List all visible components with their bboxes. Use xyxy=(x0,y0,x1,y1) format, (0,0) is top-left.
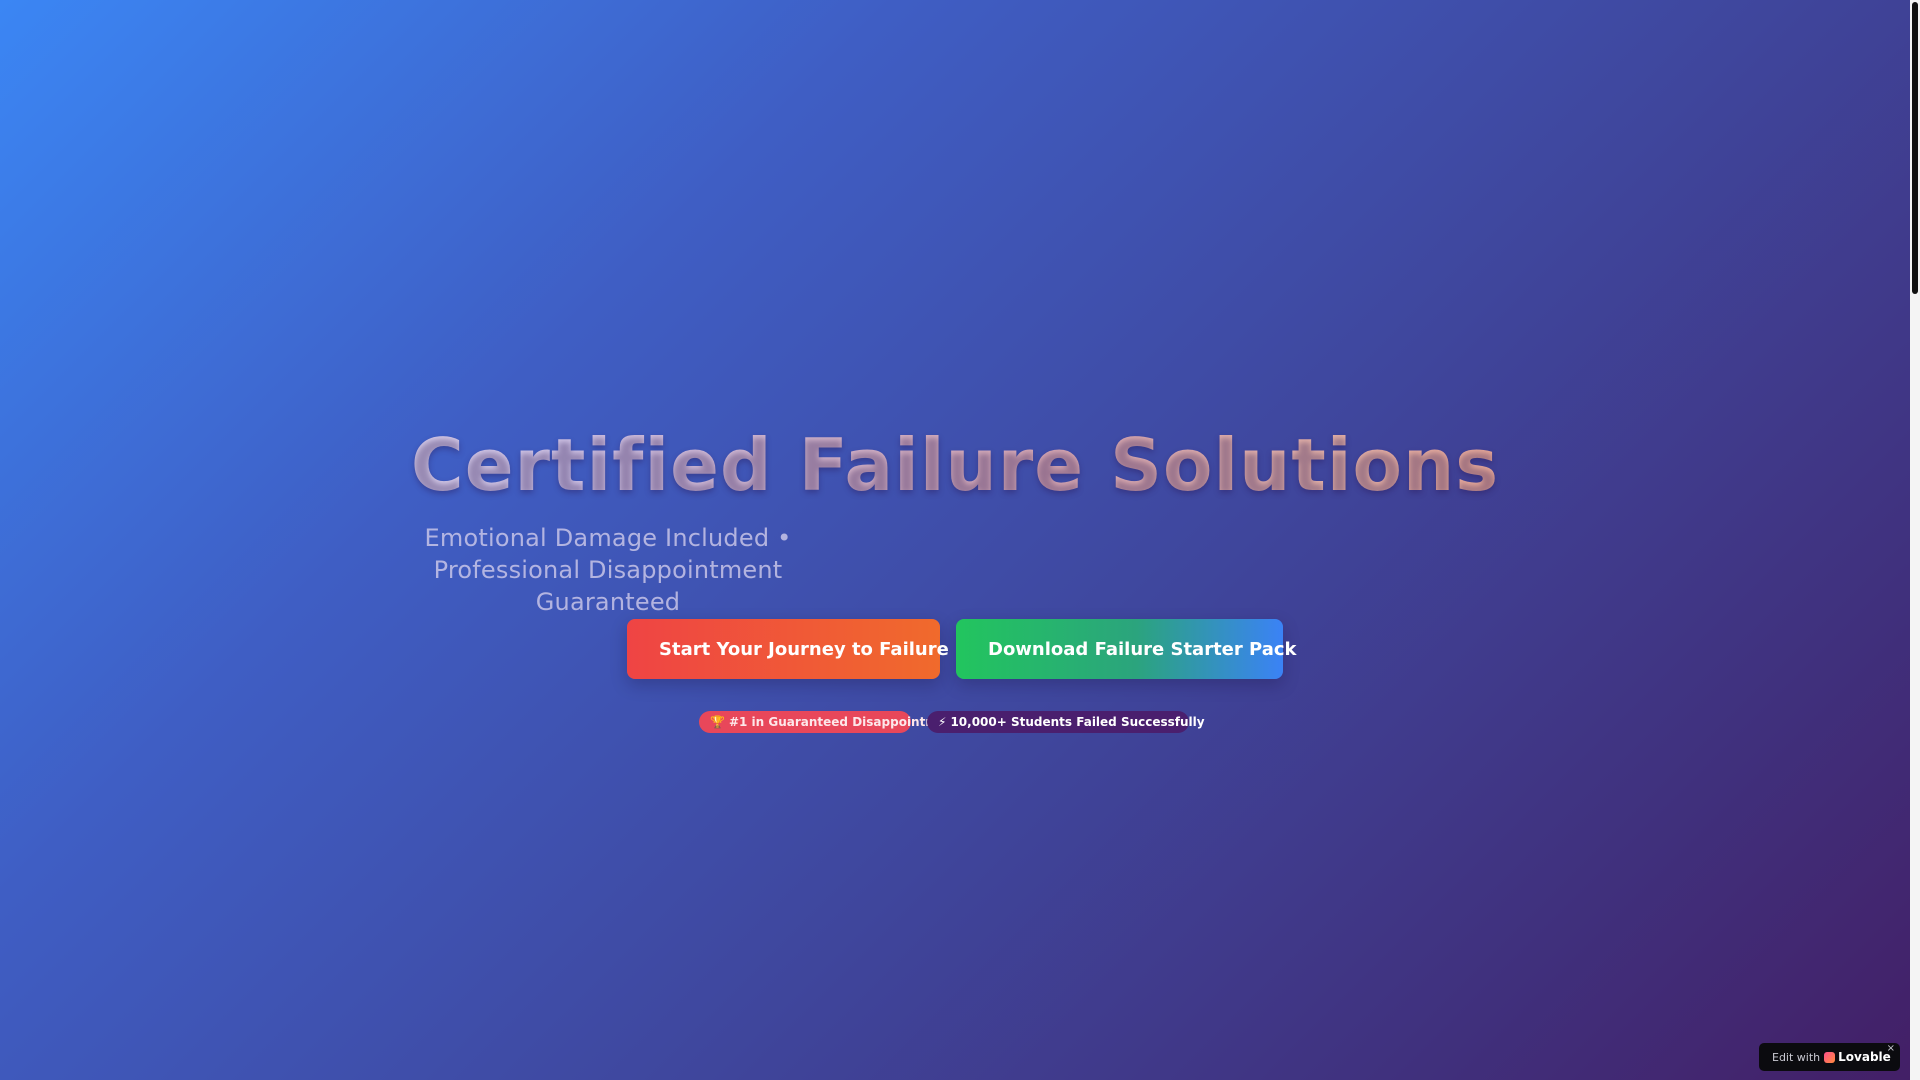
page-scrollbar[interactable] xyxy=(1910,0,1920,1080)
close-icon[interactable]: × xyxy=(1887,1044,1895,1054)
lightning-icon: ⚡ xyxy=(938,715,947,729)
edit-with-lovable-badge[interactable]: Edit with Lovable × xyxy=(1759,1043,1900,1071)
disappointment-badge-label: #1 in Guaranteed Disappointment xyxy=(728,715,961,729)
download-starter-pack-button[interactable]: Download Failure Starter Pack xyxy=(956,619,1297,679)
lovable-logo-icon xyxy=(1824,1051,1836,1063)
badge-group: 🏆 #1 in Guaranteed Disappointment ⚡ 10,0… xyxy=(699,711,1205,733)
students-failed-badge-label: 10,000+ Students Failed Successfully xyxy=(950,715,1205,729)
hero-subtitle: Emotional Damage Included • Professional… xyxy=(424,524,792,616)
scrollbar-thumb[interactable] xyxy=(1912,2,1918,294)
lovable-brand-text: Lovable xyxy=(1838,1050,1891,1064)
disappointment-badge: 🏆 #1 in Guaranteed Disappointment xyxy=(699,711,960,733)
start-journey-button[interactable]: Start Your Journey to Failure xyxy=(627,619,949,679)
hero-title: Certified Failure Solutions xyxy=(0,420,1910,510)
landing-page: Certified Failure Solutions Emotional Da… xyxy=(0,0,1910,1080)
lovable-prefix-text: Edit with xyxy=(1772,1050,1821,1064)
students-failed-badge: ⚡ 10,000+ Students Failed Successfully xyxy=(927,711,1205,733)
cta-button-group: Start Your Journey to Failure Download F… xyxy=(627,619,1297,679)
trophy-icon: 🏆 xyxy=(710,715,725,729)
